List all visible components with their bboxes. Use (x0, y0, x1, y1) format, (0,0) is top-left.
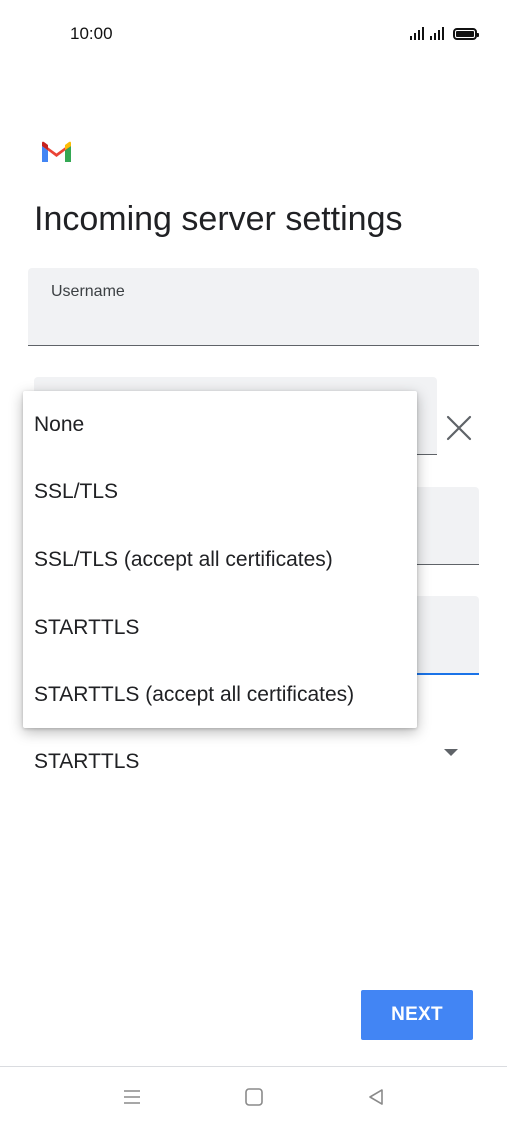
username-field[interactable]: Username (28, 268, 479, 346)
gmail-logo (42, 141, 71, 162)
menu-item-ssl-tls[interactable]: SSL/TLS (23, 464, 417, 520)
menu-item-starttls[interactable]: STARTTLS (23, 600, 417, 656)
signal-icon (410, 26, 424, 40)
page-title: Incoming server settings (34, 200, 403, 238)
username-label: Username (51, 283, 125, 300)
chevron-down-icon (444, 749, 458, 756)
navigation-bar (0, 1066, 507, 1129)
signal-icon (430, 26, 444, 40)
security-type-menu: None SSL/TLS SSL/TLS (accept all certifi… (23, 391, 417, 728)
back-icon[interactable] (366, 1087, 386, 1107)
menu-icon[interactable] (122, 1087, 142, 1107)
status-bar: 10:00 (0, 0, 507, 66)
close-icon[interactable] (445, 414, 473, 442)
home-icon[interactable] (244, 1087, 264, 1107)
next-button[interactable]: NEXT (361, 990, 473, 1040)
status-icons (410, 26, 479, 40)
menu-item-ssl-tls-accept-all[interactable]: SSL/TLS (accept all certificates) (23, 532, 417, 588)
security-type-value: STARTTLS (34, 750, 140, 773)
menu-item-starttls-accept-all[interactable]: STARTTLS (accept all certificates) (23, 667, 417, 723)
menu-item-none[interactable]: None (23, 397, 417, 453)
battery-icon (453, 28, 479, 40)
status-time: 10:00 (70, 24, 113, 43)
